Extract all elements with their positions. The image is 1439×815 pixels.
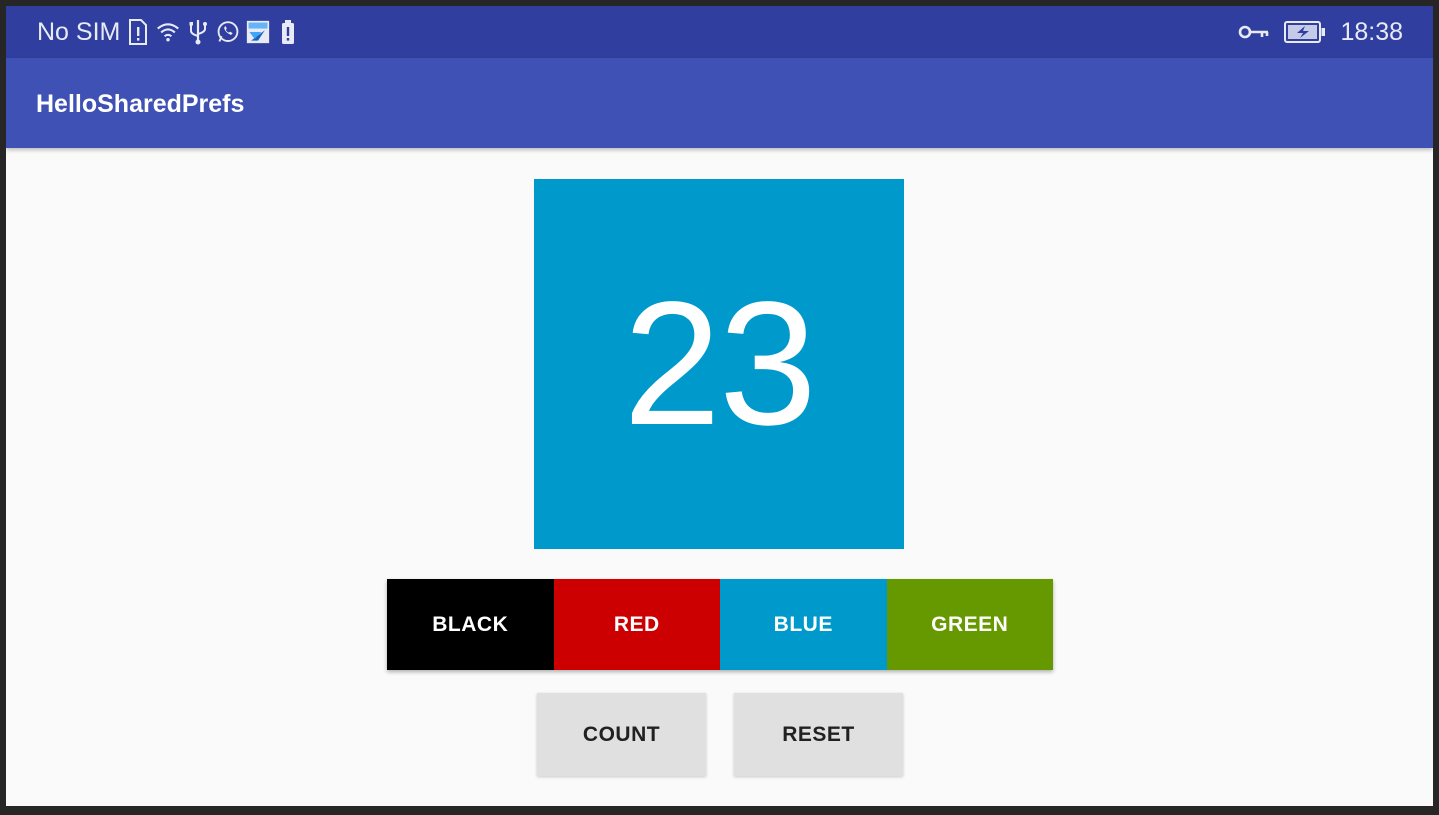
status-left: No SIM bbox=[37, 15, 300, 49]
green-button[interactable]: GREEN bbox=[886, 579, 1053, 670]
wifi-icon bbox=[156, 18, 180, 46]
black-button[interactable]: BLACK bbox=[387, 579, 554, 670]
app-notification-icon bbox=[246, 18, 270, 46]
app-title: HelloSharedPrefs bbox=[36, 90, 245, 118]
reset-button-label: RESET bbox=[782, 722, 855, 746]
reset-button[interactable]: RESET bbox=[734, 693, 903, 776]
count-value: 23 bbox=[623, 266, 817, 462]
app-screen: No SIM 18:38 HelloSharedPrefs 23 BLACK R… bbox=[6, 6, 1433, 806]
sim-alert-icon bbox=[126, 18, 150, 46]
status-right: 18:38 bbox=[1238, 15, 1403, 49]
green-button-label: GREEN bbox=[931, 612, 1009, 636]
battery-charging-icon bbox=[1284, 18, 1326, 46]
count-display: 23 bbox=[534, 179, 904, 549]
carrier-text: No SIM bbox=[37, 17, 121, 46]
app-bar: HelloSharedPrefs bbox=[6, 58, 1433, 148]
battery-small-icon bbox=[276, 18, 300, 46]
red-button[interactable]: RED bbox=[553, 579, 720, 670]
count-button-label: COUNT bbox=[582, 722, 661, 746]
whatsapp-icon bbox=[216, 18, 240, 46]
count-button[interactable]: COUNT bbox=[537, 693, 706, 776]
black-button-label: BLACK bbox=[432, 612, 509, 636]
blue-button[interactable]: BLUE bbox=[720, 579, 887, 670]
clock-text: 18:38 bbox=[1340, 17, 1403, 46]
usb-icon bbox=[186, 18, 210, 46]
device-frame: No SIM 18:38 HelloSharedPrefs 23 BLACK R… bbox=[0, 0, 1439, 815]
vpn-key-icon bbox=[1238, 18, 1270, 46]
red-button-label: RED bbox=[613, 612, 660, 636]
color-button-row: BLACK RED BLUE GREEN bbox=[387, 579, 1053, 670]
blue-button-label: BLUE bbox=[773, 612, 833, 636]
status-bar: No SIM 18:38 bbox=[6, 6, 1433, 58]
